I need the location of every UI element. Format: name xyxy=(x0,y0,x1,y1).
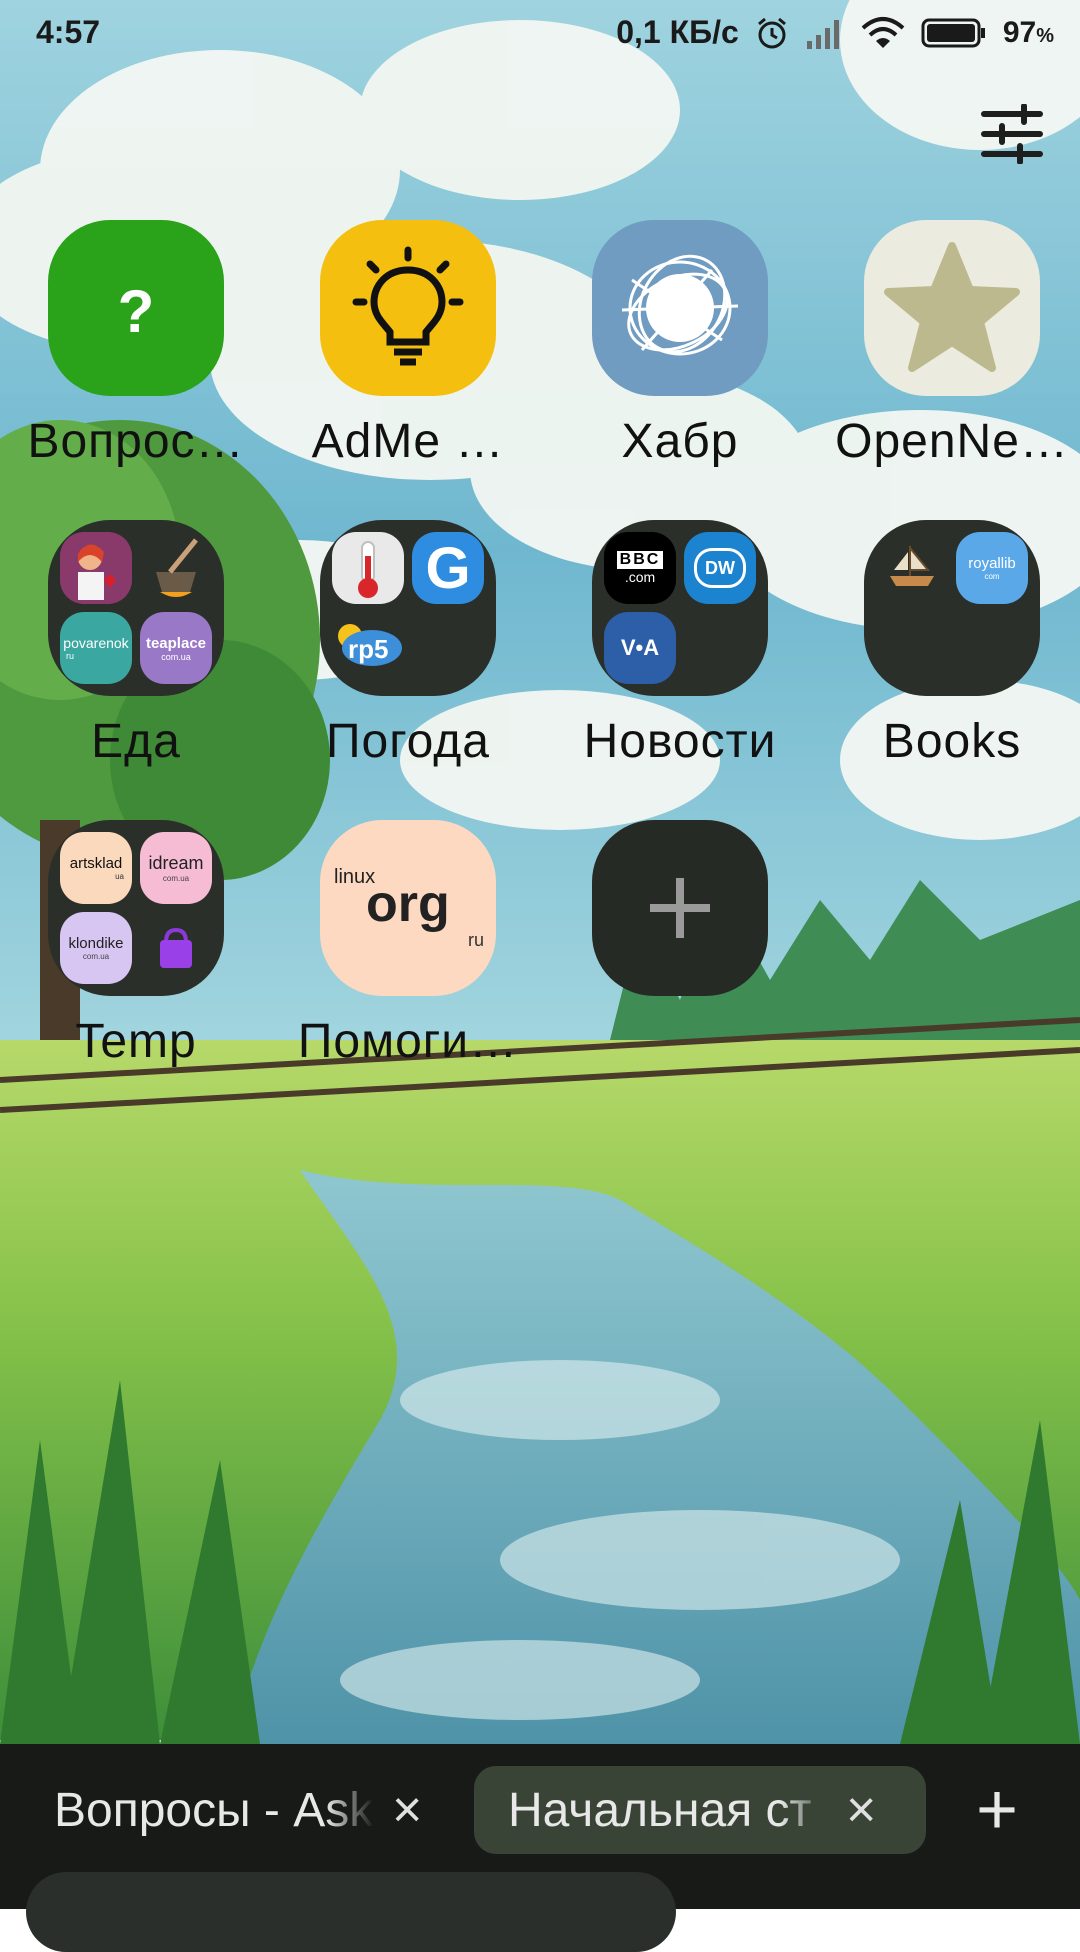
folder-icon: G rp5 xyxy=(320,520,496,696)
tile-label: OpenNe… xyxy=(835,415,1069,468)
star-icon xyxy=(864,220,1040,396)
address-bar[interactable] xyxy=(26,1872,676,1952)
ship-icon xyxy=(876,532,948,604)
folder-icon: BBC .com DW V•A xyxy=(592,520,768,696)
rp5-logo: rp5 xyxy=(332,612,404,684)
folder-label: Temp xyxy=(75,1015,197,1068)
gismeteo-logo: G xyxy=(412,532,484,604)
plus-icon xyxy=(592,820,768,996)
clock: 4:57 xyxy=(36,14,101,50)
sliders-icon xyxy=(981,103,1043,165)
folder-books[interactable]: royallib com Books xyxy=(816,520,1080,769)
folder-icon: povarenok ru teaplace com.ua xyxy=(48,520,224,696)
tile-label: AdMe … xyxy=(311,415,505,468)
folder-pogoda[interactable]: G rp5 Погода xyxy=(272,520,544,769)
folder-label: Books xyxy=(882,715,1022,768)
new-tab-button[interactable]: + xyxy=(976,1770,1018,1850)
speed-dial-adme[interactable]: AdMe … xyxy=(272,220,544,469)
thermometer-icon xyxy=(332,532,404,604)
battery-icon xyxy=(921,18,985,47)
tab-title: Начальная ст xyxy=(508,1783,812,1837)
add-speed-dial-button[interactable] xyxy=(544,820,816,996)
shopping-bag-icon xyxy=(140,912,212,984)
status-bar: 4:57 0,1 КБ/с 97% xyxy=(0,0,1080,66)
bbc-logo: BBC .com xyxy=(604,532,676,604)
folder-icon: royallib com xyxy=(864,520,1040,696)
cook-girl-icon xyxy=(60,532,132,604)
speed-dial-habr[interactable]: Хабр xyxy=(544,220,816,469)
customize-button[interactable] xyxy=(980,103,1044,165)
folder-label: Еда xyxy=(91,715,181,768)
folder-eda[interactable]: povarenok ru teaplace com.ua Еда xyxy=(0,520,272,769)
royallib-logo: royallib com xyxy=(956,532,1028,604)
battery-percent: 97% xyxy=(1002,15,1054,49)
linux-org-icon: linux org ru xyxy=(320,820,496,996)
wifi-icon xyxy=(861,16,905,48)
teaplace-logo: teaplace com.ua xyxy=(140,612,212,684)
folder-label: Новости xyxy=(583,715,777,768)
voa-logo: V•A xyxy=(604,612,676,684)
lightbulb-icon xyxy=(320,220,496,396)
tile-label: Вопрос… xyxy=(27,415,245,468)
artsklad-logo: artsklad ua xyxy=(60,832,132,904)
alarm-icon xyxy=(757,17,786,48)
network-speed: 0,1 КБ/с xyxy=(616,14,739,50)
speed-dial-opennet[interactable]: OpenNe… xyxy=(816,220,1080,469)
close-tab-button[interactable]: × xyxy=(392,1780,422,1840)
question-icon: ? xyxy=(48,220,224,396)
speed-dial-pomogite[interactable]: linux org ru Помоги… xyxy=(272,820,544,1069)
tile-label: Хабр xyxy=(621,415,739,468)
cooking-pot-icon xyxy=(140,532,212,604)
tab-start-page[interactable]: Начальная ст × xyxy=(474,1766,926,1854)
tab-title: Вопросы - Ask xyxy=(54,1783,374,1837)
signal-icon xyxy=(806,19,839,49)
tab-bar: Вопросы - Ask × Начальная ст × + xyxy=(0,1744,1080,1952)
dw-logo: DW xyxy=(684,532,756,604)
povarenok-logo: povarenok ru xyxy=(60,612,132,684)
folder-label: Погода xyxy=(326,715,490,768)
folder-icon: artsklad ua idream com.ua klondike com.u… xyxy=(48,820,224,996)
folder-novosti[interactable]: BBC .com DW V•A Новости xyxy=(544,520,816,769)
svg-text:?: ? xyxy=(118,278,155,345)
speed-dial-voprosy[interactable]: ? Вопрос… xyxy=(0,220,272,469)
klondike-logo: klondike com.ua xyxy=(60,912,132,984)
tile-label: Помоги… xyxy=(297,1015,519,1068)
close-tab-button[interactable]: × xyxy=(846,1780,876,1840)
folder-temp[interactable]: artsklad ua idream com.ua klondike com.u… xyxy=(0,820,272,1069)
habr-scribble-icon xyxy=(592,220,768,396)
idream-logo: idream com.ua xyxy=(140,832,212,904)
tab-voprosy[interactable]: Вопросы - Ask × xyxy=(54,1766,444,1854)
